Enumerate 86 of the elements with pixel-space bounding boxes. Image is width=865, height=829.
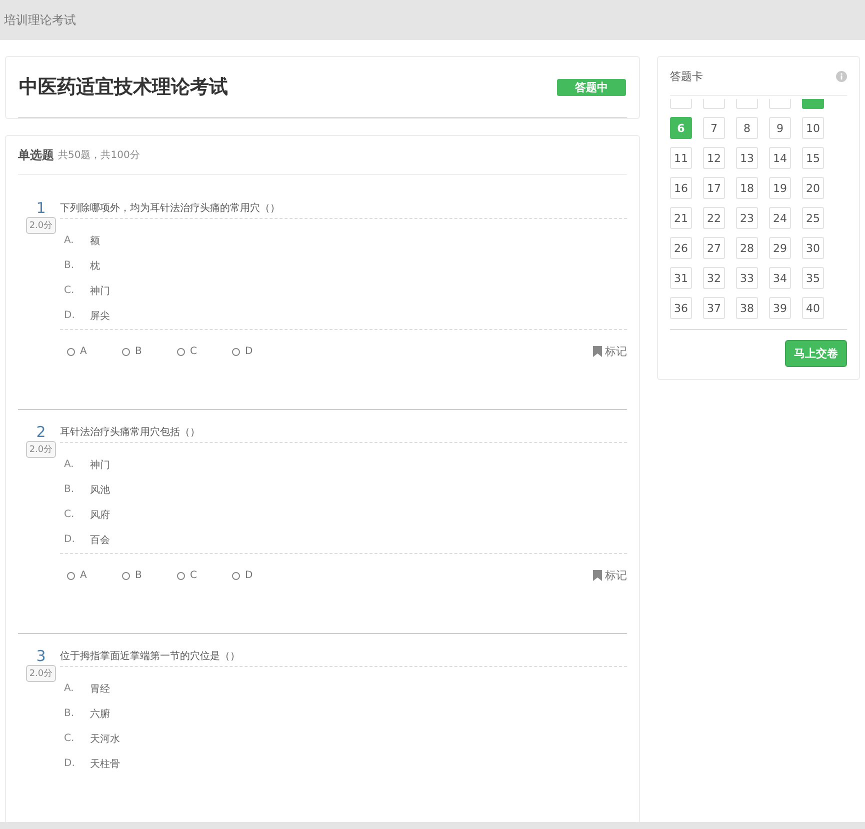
- option-text: 神门: [90, 284, 110, 298]
- question-number-button[interactable]: 20: [802, 177, 824, 199]
- option-text: 六腑: [90, 708, 110, 720]
- question-number-button[interactable]: 18: [736, 177, 758, 199]
- question-number-button[interactable]: 33: [736, 267, 758, 289]
- answer-radio[interactable]: D: [232, 570, 287, 581]
- option-letter: B.: [64, 708, 76, 719]
- section-summary: 共50题，共100分: [58, 148, 140, 162]
- score-badge: 2.0分: [26, 217, 56, 234]
- option-text: 胃经: [90, 682, 110, 696]
- question-number-button[interactable]: 36: [670, 297, 692, 319]
- answer-radio[interactable]: A: [67, 570, 122, 581]
- exam-title: 中医药适宜技术理论考试: [19, 75, 228, 100]
- option-text: 枕: [90, 260, 100, 272]
- question-number-button[interactable]: 27: [703, 237, 725, 259]
- option-text: 屏尖: [90, 310, 110, 322]
- question-number-button[interactable]: 34: [769, 267, 791, 289]
- question-number-button[interactable]: 31: [670, 267, 692, 289]
- question-number: 1: [36, 200, 46, 216]
- option-letter: A.: [64, 235, 75, 246]
- question-number-button[interactable]: 24: [769, 207, 791, 229]
- option-text: 天河水: [90, 732, 120, 746]
- option-letter: D.: [64, 310, 76, 321]
- question-number-button[interactable]: 16: [670, 177, 692, 199]
- question-number-button[interactable]: 19: [769, 177, 791, 199]
- question-number-button[interactable]: 23: [736, 207, 758, 229]
- question-number-button[interactable]: 15: [802, 147, 824, 169]
- question-number: 3: [36, 648, 46, 664]
- status-badge: 答题中: [557, 78, 626, 96]
- option-letter: B.: [64, 484, 76, 495]
- question-number-button[interactable]: 40: [802, 297, 824, 319]
- question-number-button[interactable]: 28: [736, 237, 758, 259]
- bookmark-icon: [593, 570, 602, 581]
- option-text: 天柱骨: [90, 758, 120, 770]
- question-number-button[interactable]: 22: [703, 207, 725, 229]
- question-number-button[interactable]: 7: [703, 117, 725, 139]
- option-letter: D.: [64, 534, 76, 545]
- question-number-button[interactable]: 11: [670, 147, 692, 169]
- question-number-button[interactable]: 26: [670, 237, 692, 259]
- question-number-button[interactable]: 14: [769, 147, 791, 169]
- question-number-button[interactable]: 17: [703, 177, 725, 199]
- question-number-button[interactable]: 38: [736, 297, 758, 319]
- mark-button[interactable]: 标记: [593, 344, 627, 359]
- score-badge: 2.0分: [26, 441, 56, 458]
- question-number-button[interactable]: 25: [802, 207, 824, 229]
- question-number-button[interactable]: 32: [703, 267, 725, 289]
- answer-radio[interactable]: A: [67, 346, 122, 357]
- bookmark-icon: [593, 346, 602, 357]
- question-number-button[interactable]: 10: [802, 117, 824, 139]
- option-letter: A.: [64, 683, 75, 694]
- option-text: 风池: [90, 484, 110, 496]
- question-number-button[interactable]: 12: [703, 147, 725, 169]
- page-title: 培训理论考试: [3, 12, 76, 28]
- option-letter: C.: [64, 509, 76, 520]
- option-text: 神门: [90, 458, 110, 472]
- answer-radio[interactable]: C: [177, 346, 232, 357]
- question-text: 位于拇指掌面近掌端第一节的穴位是（）: [60, 648, 627, 667]
- option-letter: A.: [64, 459, 75, 470]
- question-number: 2: [36, 424, 46, 440]
- answer-radio[interactable]: B: [122, 346, 177, 357]
- question-number-button[interactable]: 9: [769, 117, 791, 139]
- question-number-button[interactable]: 13: [736, 147, 758, 169]
- question-number-button[interactable]: 29: [769, 237, 791, 259]
- question-text: 耳针法治疗头痛常用穴包括（）: [60, 424, 627, 443]
- question-number-button[interactable]: 37: [703, 297, 725, 319]
- option-text: 额: [90, 234, 100, 248]
- answer-radio[interactable]: B: [122, 570, 177, 581]
- answer-card-title: 答题卡: [670, 68, 703, 84]
- option-letter: D.: [64, 758, 76, 769]
- answer-radio[interactable]: C: [177, 570, 232, 581]
- score-badge: 2.0分: [26, 665, 56, 682]
- question-text: 下列除哪项外，均为耳针法治疗头痛的常用穴（）: [60, 200, 627, 219]
- answer-radio[interactable]: D: [232, 346, 287, 357]
- question-number-button[interactable]: 21: [670, 207, 692, 229]
- info-icon[interactable]: [836, 70, 847, 82]
- option-text: 百会: [90, 534, 110, 546]
- option-letter: B.: [64, 260, 76, 271]
- question-number-button[interactable]: 39: [769, 297, 791, 319]
- section-title: 单选题: [18, 146, 54, 164]
- question-number-button[interactable]: 30: [802, 237, 824, 259]
- question-number-button[interactable]: 8: [736, 117, 758, 139]
- question-number-button[interactable]: 35: [802, 267, 824, 289]
- option-text: 风府: [90, 508, 110, 522]
- option-letter: C.: [64, 285, 76, 296]
- option-letter: C.: [64, 733, 76, 744]
- mark-button[interactable]: 标记: [593, 568, 627, 583]
